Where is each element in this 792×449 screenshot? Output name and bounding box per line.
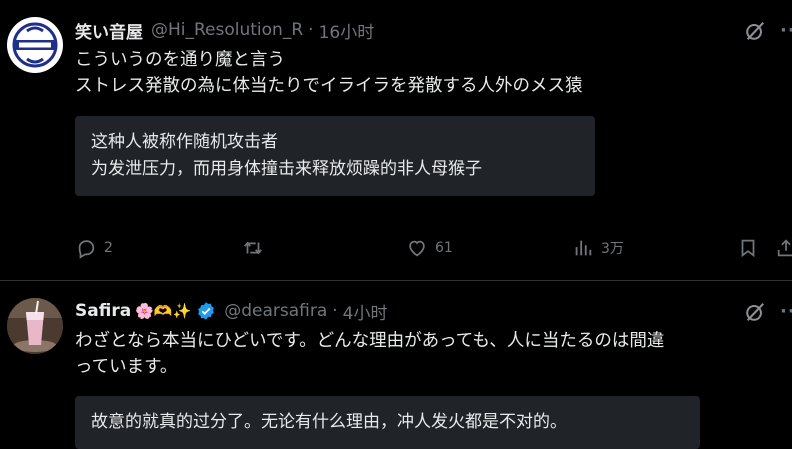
post-text-line: っています。 <box>75 357 178 377</box>
logo-icon <box>9 19 61 71</box>
grok-icon[interactable] <box>744 301 766 323</box>
like-count: 61 <box>435 240 453 256</box>
post-text: こういうのを通り魔と言うストレス発散の為に体当たりでイライラを発散する人外のメス… <box>75 47 583 99</box>
user-handle[interactable]: @dearsafira <box>224 301 327 321</box>
reply-icon <box>78 240 95 259</box>
translation-box: 故意的就真的过分了。无论有什么理由，冲人发火都是不对的。 <box>75 396 700 449</box>
bookmark-button[interactable] <box>737 233 759 263</box>
reply-count: 2 <box>104 240 113 256</box>
user-handle[interactable]: @Hi_Resolution_R <box>151 20 303 40</box>
post-header: 笑い音屋 @Hi_Resolution_R · 16小时 <box>75 16 374 44</box>
post-2[interactable]: Safira 🌸🫶✨ @dearsafira · 4小时 ··· わざとなら本当… <box>0 281 792 449</box>
like-button[interactable]: 61 <box>406 233 453 263</box>
reply-button[interactable]: 2 <box>75 233 113 263</box>
translation-box: 这种人被称作随机攻击者为发泄压力，而用身体撞击来释放烦躁的非人母猴子 <box>75 116 595 196</box>
avatar[interactable] <box>7 298 63 354</box>
display-name[interactable]: 笑い音屋 <box>75 18 143 43</box>
separator: · <box>332 301 338 321</box>
timestamp[interactable]: 4小时 <box>343 299 388 324</box>
heart-icon <box>409 240 425 257</box>
bookmark-icon <box>741 239 755 258</box>
post-text: わざとなら本当にひどいです。どんな理由があっても、人に当たるのは間違 っています。 <box>75 328 664 380</box>
repost-button[interactable] <box>242 233 264 263</box>
timestamp[interactable]: 16小时 <box>319 18 375 43</box>
name-emojis: 🌸🫶✨ <box>135 302 192 320</box>
view-count: 3万 <box>601 241 624 257</box>
views-button[interactable]: 3万 <box>572 233 624 263</box>
post-header: Safira 🌸🫶✨ @dearsafira · 4小时 <box>75 297 387 325</box>
translation-line: 为发泄压力，而用身体撞击来释放烦躁的非人母猴子 <box>91 159 482 179</box>
share-button[interactable] <box>775 233 792 263</box>
post-text-line: わざとなら本当にひどいです。どんな理由があっても、人に当たるのは間違 <box>75 331 665 351</box>
verified-badge-icon[interactable] <box>196 301 216 321</box>
drink-photo-icon <box>7 298 63 354</box>
repost-icon <box>244 241 262 255</box>
analytics-icon <box>575 240 592 256</box>
more-options-icon[interactable]: ··· <box>780 301 792 322</box>
post-text-line: こういうのを通り魔と言う <box>75 50 285 70</box>
translation-line: 故意的就真的过分了。无论有什么理由，冲人发火都是不对的。 <box>91 412 567 432</box>
post-text-line: ストレス発散の為に体当たりでイライラを発散する人外のメス猿 <box>75 76 583 96</box>
display-name[interactable]: Safira <box>75 301 131 321</box>
translation-line: 这种人被称作随机攻击者 <box>91 132 278 152</box>
post-1[interactable]: 笑い音屋 @Hi_Resolution_R · 16小时 ··· こういうのを通… <box>0 0 792 280</box>
more-options-icon[interactable]: ··· <box>780 20 792 41</box>
action-bar: 2 61 3万 <box>75 233 792 263</box>
avatar[interactable] <box>7 17 63 73</box>
grok-icon[interactable] <box>744 20 766 42</box>
share-icon <box>777 239 792 257</box>
separator: · <box>308 20 314 40</box>
